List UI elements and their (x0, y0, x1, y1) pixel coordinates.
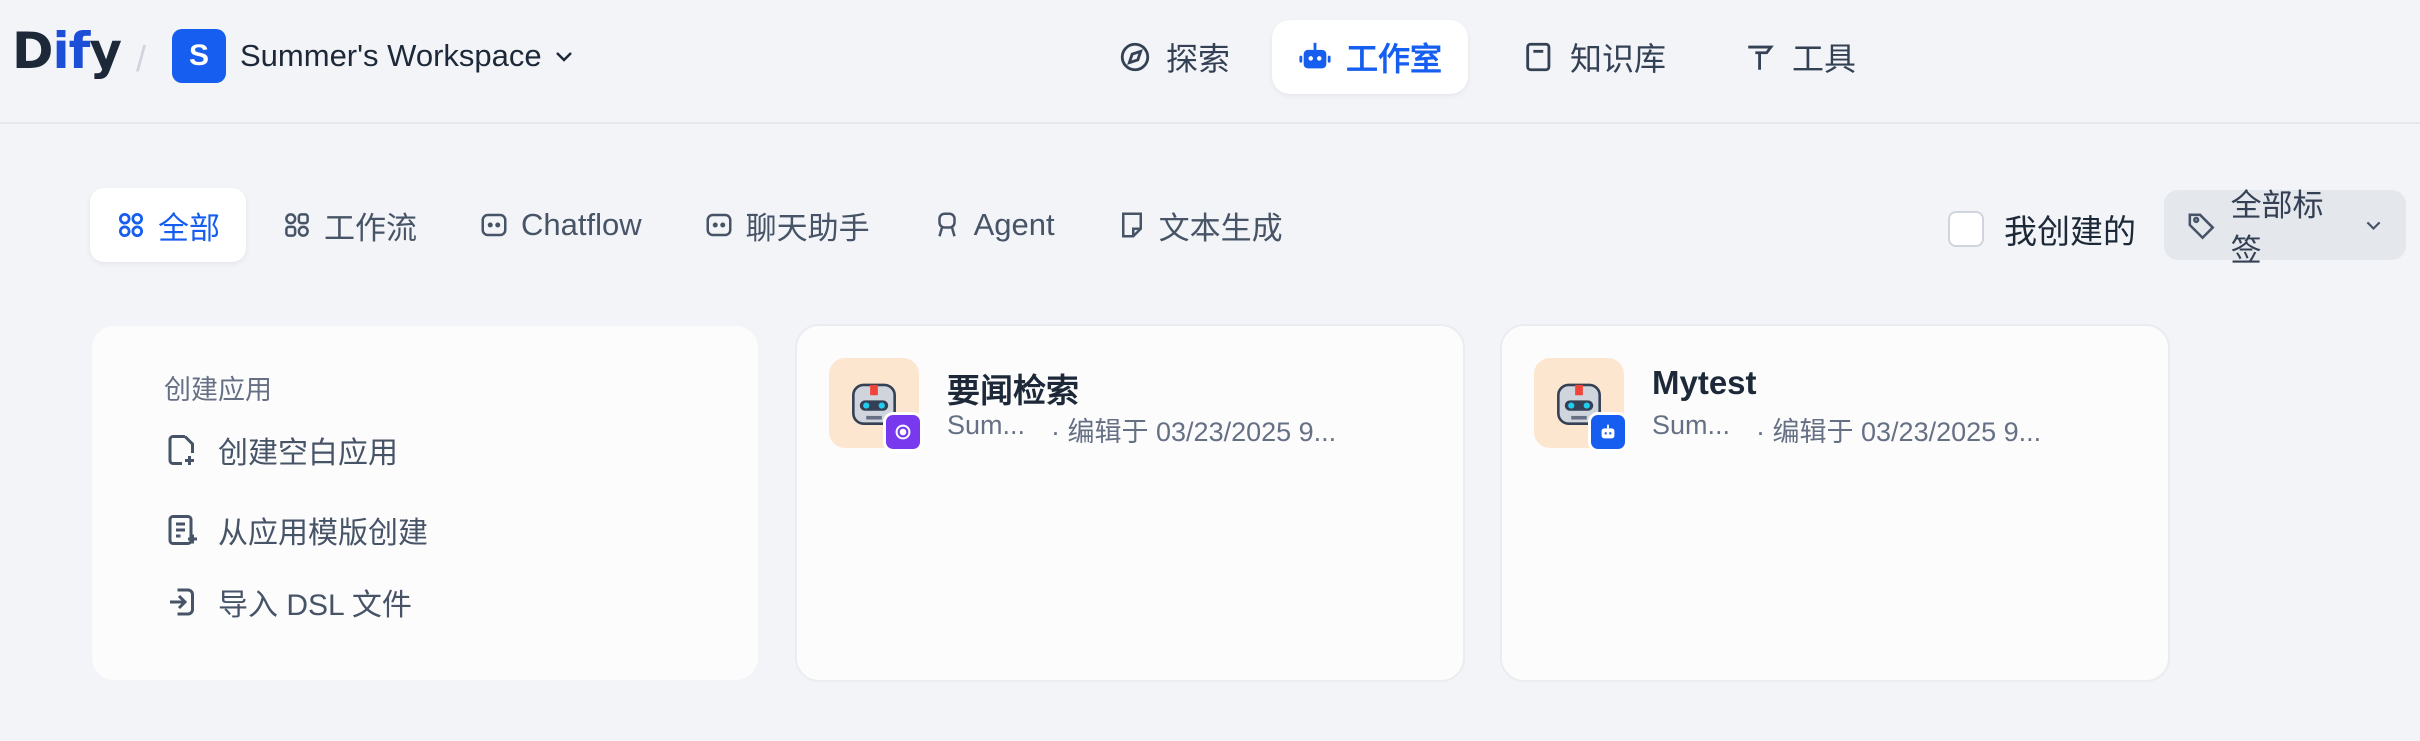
nav-label: 工具 (1792, 41, 1857, 77)
created-by-me-checkbox[interactable] (1948, 211, 1984, 247)
app-edited-time: · 编辑于 03/23/2025 9... (1051, 417, 1337, 447)
tab-all[interactable]: 全部 (90, 188, 246, 262)
nav-label: 探索 (1166, 41, 1231, 77)
nav-studio[interactable]: 工作室 (1272, 20, 1469, 94)
file-plus-icon (168, 435, 194, 465)
hammer-icon (1748, 45, 1774, 70)
app-edited-time: · 编辑于 03/23/2025 9... (1756, 417, 2042, 447)
logo-text-highlight: if (52, 22, 91, 80)
tab-label: 工作流 (324, 210, 417, 246)
tab-label: Agent (973, 207, 1055, 242)
tag-filter-dropdown[interactable]: 全部标签 (2164, 188, 2406, 268)
create-app-card: 创建应用 创建空白应用 从应用模版创建 导入 DSL 文件 (90, 324, 760, 682)
compass-icon (1120, 42, 1150, 72)
tab-workflow[interactable]: 工作流 (256, 188, 443, 262)
create-app-title: 创建应用 (164, 375, 272, 405)
app-meta: Sum... · 编辑于 03/23/2025 9... (1652, 410, 2041, 449)
nav-knowledge[interactable]: 知识库 (1496, 20, 1692, 94)
book-icon (1526, 42, 1551, 72)
tab-label: 全部 (158, 210, 220, 246)
agent-icon (937, 212, 956, 237)
logo-text-suffix: y (89, 22, 122, 80)
create-item-label: 创建空白应用 (218, 437, 398, 470)
create-blank-app-button[interactable]: 创建空白应用 (164, 428, 398, 472)
nav-explore[interactable]: 探索 (1092, 20, 1256, 94)
chatbot-badge-icon (1588, 412, 1628, 452)
create-from-template-button[interactable]: 从应用模版创建 (164, 508, 428, 552)
import-icon (170, 588, 194, 616)
tab-label: 文本生成 (1158, 210, 1283, 246)
created-by-me-filter[interactable]: 我创建的 (1948, 205, 2136, 253)
template-icon (168, 515, 197, 545)
app-name: 要闻检索 (947, 372, 1079, 409)
agent-badge-icon (883, 412, 923, 452)
app-author: Sum... (1652, 410, 1731, 440)
app-author: Sum... (947, 410, 1026, 440)
tag-filter-label: 全部标签 (2230, 188, 2324, 268)
robot-icon (1299, 42, 1331, 69)
tab-label: 聊天助手 (745, 210, 870, 246)
workspace-name: Summer's Workspace (240, 38, 542, 73)
tag-icon (2188, 213, 2215, 240)
created-by-me-label: 我创建的 (2004, 213, 2136, 250)
nav-label: 知识库 (1570, 41, 1667, 77)
app-name: Mytest (1652, 364, 1757, 401)
app-meta: Sum... · 编辑于 03/23/2025 9... (947, 410, 1336, 449)
workspace-avatar[interactable]: S (172, 29, 226, 83)
chat-bot-icon (706, 213, 732, 237)
chevron-down-icon (2366, 221, 2381, 231)
import-dsl-button[interactable]: 导入 DSL 文件 (164, 580, 412, 624)
create-item-label: 导入 DSL 文件 (218, 589, 412, 622)
dify-logo[interactable]: Dify (12, 22, 122, 80)
app-type-tabs: 全部 工作流 Chatflow 聊天助手 Agent 文本生成 (90, 188, 1309, 262)
nav-label: 工作室 (1346, 41, 1443, 77)
create-item-label: 从应用模版创建 (218, 517, 428, 550)
nav-tools[interactable]: 工具 (1718, 20, 1882, 94)
tab-chatflow[interactable]: Chatflow (453, 188, 668, 262)
chat-bubble-icon (481, 213, 507, 237)
app-card[interactable]: 要闻检索 Sum... · 编辑于 03/23/2025 9... (795, 324, 1465, 682)
divider-slash: / (136, 38, 147, 79)
workflow-icon (285, 213, 309, 237)
top-header: Dify / S Summer's Workspace 探索 工作室 知识库 工… (0, 0, 2420, 124)
tab-text-generation[interactable]: 文本生成 (1091, 188, 1309, 262)
tab-label: Chatflow (521, 207, 642, 242)
tab-agent[interactable]: Agent (906, 188, 1081, 262)
tab-chat-assistant[interactable]: 聊天助手 (678, 188, 896, 262)
app-card[interactable]: Mytest Sum... · 编辑于 03/23/2025 9... (1500, 324, 2170, 682)
grid-icon (119, 213, 143, 237)
logo-text-prefix: D (12, 22, 54, 80)
document-icon (1121, 212, 1142, 238)
workspace-switcher[interactable]: Summer's Workspace (240, 38, 576, 74)
chevron-down-icon (555, 52, 572, 62)
